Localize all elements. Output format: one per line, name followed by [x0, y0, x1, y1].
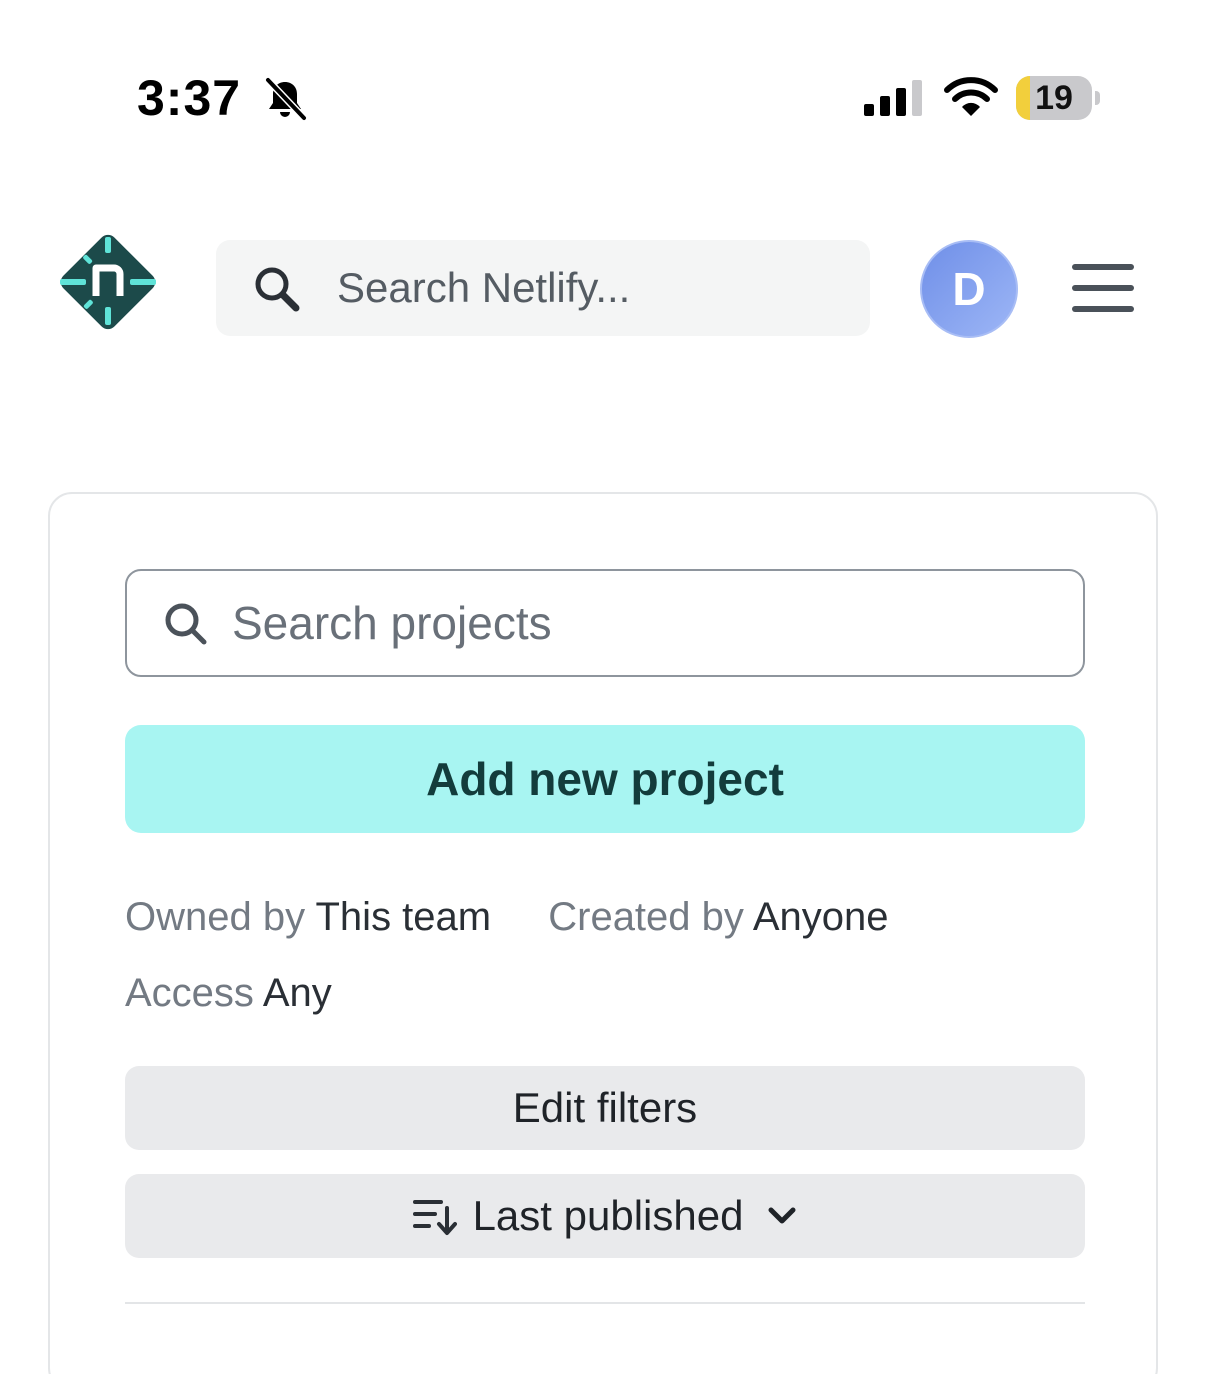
filter-label: Access: [125, 971, 254, 1015]
filter-label: Created by: [548, 895, 744, 939]
cellular-signal-icon: [864, 80, 922, 116]
hamburger-menu-icon[interactable]: [1072, 262, 1136, 314]
search-icon: [165, 603, 207, 645]
status-time: 3:37: [137, 70, 242, 126]
filter-value: Anyone: [752, 895, 889, 939]
filter-access[interactable]: Access Any: [125, 960, 332, 1026]
battery-icon: 19: [1016, 76, 1102, 120]
edit-filters-button[interactable]: Edit filters: [125, 1066, 1085, 1150]
projects-card: Search projects Add new project Owned by…: [48, 492, 1158, 1374]
sort-label: Last published: [472, 1192, 744, 1239]
global-search-placeholder: Search Netlify...: [337, 264, 631, 311]
search-projects-placeholder: Search projects: [232, 597, 552, 649]
filter-value: This team: [315, 895, 492, 939]
filter-value: Any: [262, 971, 332, 1015]
sort-dropdown[interactable]: Last published: [125, 1174, 1085, 1258]
active-filters: Owned by This team Created by Anyone Acc…: [125, 884, 1085, 1036]
filter-owned-by[interactable]: Owned by This team: [125, 884, 491, 950]
search-projects-input[interactable]: Search projects: [125, 569, 1085, 677]
global-search-input[interactable]: Search Netlify...: [216, 240, 870, 336]
add-new-project-button[interactable]: Add new project: [125, 725, 1085, 833]
sort-icon: [412, 1200, 457, 1235]
avatar[interactable]: D: [920, 240, 1018, 338]
netlify-logo[interactable]: [52, 226, 164, 338]
search-icon: [255, 267, 300, 312]
filter-created-by[interactable]: Created by Anyone: [548, 884, 888, 950]
filter-label: Owned by: [125, 895, 306, 939]
wifi-icon: [944, 77, 998, 116]
battery-percent: 19: [1035, 79, 1073, 117]
bell-slash-icon: [265, 77, 307, 121]
chevron-down-icon: [768, 1207, 796, 1224]
divider: [125, 1302, 1085, 1304]
netlify-projects-page: 3:37 19 Search Netlify... D Search proje…: [0, 0, 1206, 1374]
